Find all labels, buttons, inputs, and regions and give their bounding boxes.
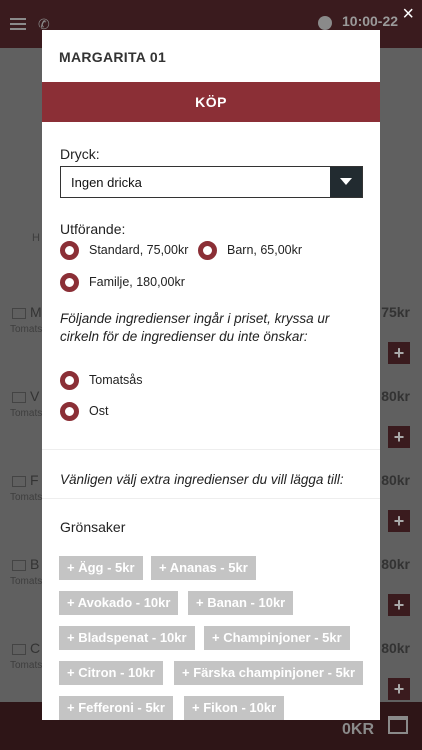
extra-option[interactable]: + Banan - 10kr (188, 591, 294, 615)
divider (42, 449, 380, 450)
extra-option[interactable]: + Ägg - 5kr (59, 556, 143, 580)
included-note: Följande ingredienser ingår i priset, kr… (60, 311, 330, 344)
drink-select[interactable]: Ingen dricka (60, 166, 363, 198)
add-button[interactable]: + (388, 510, 410, 532)
extra-option[interactable]: + Ananas - 5kr (151, 556, 256, 580)
add-button[interactable]: + (388, 678, 410, 700)
divider (42, 498, 380, 499)
radio-selected-icon (60, 241, 79, 260)
extra-note: Vänligen välj extra ingredienser du vill… (60, 472, 344, 487)
clock-icon (318, 16, 332, 30)
category-heading: Grönsaker (60, 519, 126, 535)
radio-selected-icon (60, 402, 79, 421)
buy-button[interactable]: KÖP (42, 82, 380, 122)
background-hint: H (32, 232, 40, 244)
cart-total: 0KR (341, 721, 374, 738)
product-modal: MARGARITA 01 KÖP Dryck: Ingen dricka Utf… (42, 30, 380, 720)
cart-icon[interactable] (388, 716, 408, 734)
size-label: Utförande: (60, 221, 126, 237)
extra-option[interactable]: + Champinjoner - 5kr (204, 626, 350, 650)
opening-hours: 10:00-22 (342, 13, 399, 29)
extra-option[interactable]: + Fefferoni - 5kr (59, 696, 173, 720)
radio-icon (198, 241, 217, 260)
product-title: MARGARITA 01 (59, 49, 167, 65)
radio-selected-icon (60, 371, 79, 390)
radio-icon (60, 273, 79, 292)
extra-option[interactable]: + Avokado - 10kr (59, 591, 179, 615)
extra-option[interactable]: + Färska champinjoner - 5kr (174, 661, 364, 685)
add-button[interactable]: + (388, 594, 410, 616)
menu-icon[interactable] (10, 18, 26, 30)
chevron-down-icon (340, 178, 352, 185)
extra-option[interactable]: + Bladspenat - 10kr (59, 626, 195, 650)
extra-option[interactable]: + Fikon - 10kr (184, 696, 285, 720)
drink-label: Dryck: (60, 146, 100, 162)
add-button[interactable]: + (388, 426, 410, 448)
close-icon[interactable]: × (402, 4, 414, 24)
add-button[interactable]: + (388, 342, 410, 364)
drink-selected-value: Ingen dricka (71, 175, 142, 190)
extra-option[interactable]: + Citron - 10kr (59, 661, 163, 685)
